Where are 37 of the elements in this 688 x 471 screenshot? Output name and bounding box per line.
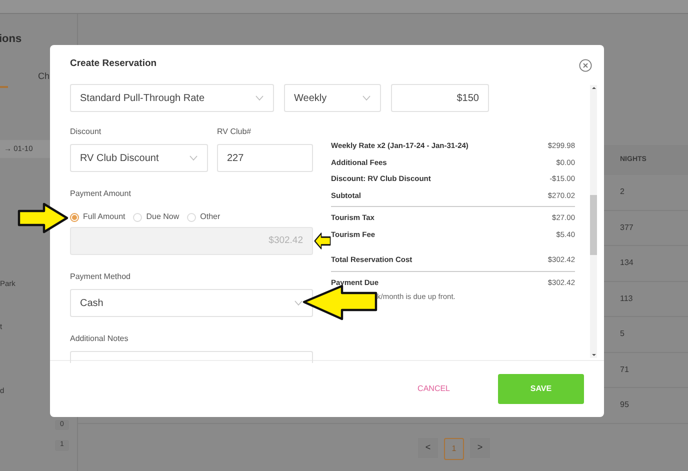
radio-option[interactable]: Full Amount <box>70 211 126 223</box>
dialog-title: Create Reservation <box>70 56 157 71</box>
field-label: Payment Method <box>70 271 132 283</box>
chevron-down-icon <box>294 300 303 306</box>
amount-field: $302.42 <box>70 227 313 255</box>
notes-field[interactable] <box>70 351 313 363</box>
field-label: Discount <box>70 126 102 138</box>
table-cell-text: 95 <box>620 399 630 412</box>
cancel-button[interactable]: CANCEL <box>418 383 450 395</box>
annotation-arrow <box>18 202 68 234</box>
table-cell-text: 134 <box>620 257 634 270</box>
table-cell-text: 113 <box>620 292 634 305</box>
frequency-select[interactable]: Weekly <box>284 84 381 112</box>
radio-option[interactable]: Other <box>187 211 220 223</box>
field-label: RV Club# <box>217 126 252 138</box>
annotation-arrow <box>314 232 331 250</box>
chevron-down-icon <box>362 95 371 101</box>
chevron-down-icon <box>189 155 198 161</box>
previous-page-button[interactable]: < <box>418 438 438 458</box>
rate-amount-field[interactable]: $150 <box>391 84 489 112</box>
table-cell-text: 5 <box>620 328 626 340</box>
radio-option[interactable]: Due Now <box>133 211 180 223</box>
table-cell-text: 2 <box>620 186 626 198</box>
chevron-down-icon <box>255 95 264 101</box>
rate-select[interactable]: Standard Pull-Through Rate <box>70 84 274 112</box>
table-cell-text: 71 <box>620 364 630 376</box>
discount-select[interactable]: RV Club Discount <box>70 144 208 172</box>
tab[interactable]: Ch <box>38 70 50 83</box>
scrollbar[interactable] <box>590 85 597 358</box>
close-icon[interactable] <box>579 58 592 72</box>
field-label: Additional Notes <box>70 333 130 345</box>
payment-method-select[interactable]: Cash <box>70 289 313 317</box>
table-cell-text: 377 <box>620 222 634 234</box>
page-title: ions <box>0 32 23 47</box>
rv-club-field[interactable]: 227 <box>217 144 313 172</box>
field-label: Payment Amount <box>70 188 132 200</box>
next-page-button[interactable]: > <box>470 438 490 458</box>
